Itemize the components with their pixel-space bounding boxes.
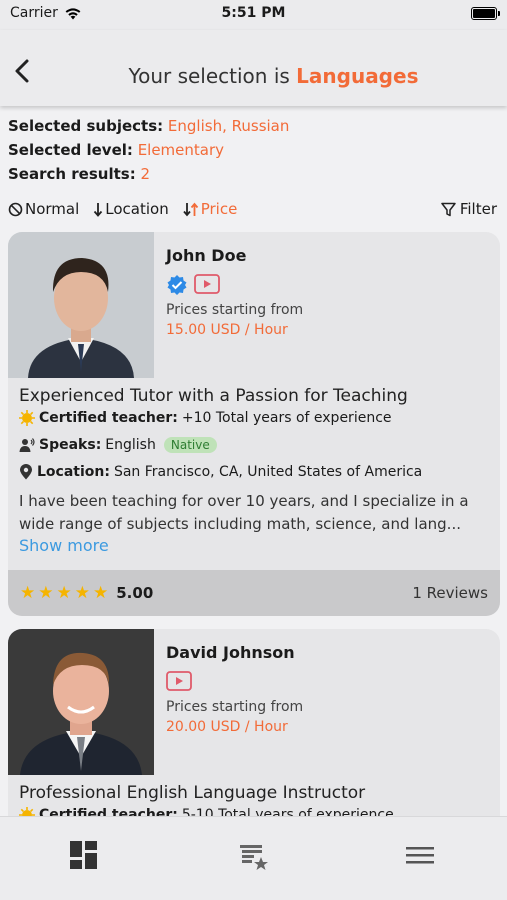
certified-icon bbox=[19, 410, 35, 426]
tab-menu[interactable] bbox=[404, 839, 440, 875]
dashboard-icon bbox=[70, 841, 97, 869]
tutor-photo bbox=[8, 232, 154, 378]
tab-dashboard[interactable] bbox=[68, 839, 104, 875]
subjects-row: Selected subjects: English, Russian bbox=[8, 117, 290, 135]
level-row: Selected level: Elementary bbox=[8, 141, 225, 159]
rating-value: 5.00 bbox=[116, 584, 154, 602]
speaks-icon bbox=[19, 438, 35, 452]
sort-normal-button[interactable]: Normal bbox=[8, 200, 79, 218]
native-badge: Native bbox=[163, 437, 217, 453]
price-value: 15.00 USD / Hour bbox=[166, 322, 288, 338]
tutor-name: David Johnson bbox=[166, 643, 295, 662]
selection-summary: Selected subjects: English, Russian Sele… bbox=[8, 114, 289, 186]
title-accent: Languages bbox=[296, 64, 419, 88]
star-icon: ★ bbox=[20, 583, 36, 603]
tutor-card[interactable]: John Doe Prices starting from 15.00 USD … bbox=[8, 232, 500, 616]
tab-favorites[interactable] bbox=[236, 839, 272, 875]
location-pin-icon bbox=[20, 464, 32, 480]
back-chevron-icon bbox=[15, 59, 29, 83]
title-prefix: Your selection is bbox=[128, 64, 297, 88]
sort-price-button[interactable]: Price bbox=[183, 200, 237, 218]
sort-normal-icon bbox=[8, 202, 23, 216]
video-icon[interactable] bbox=[194, 274, 220, 294]
verified-icon bbox=[167, 275, 187, 295]
card-footer: ★ ★ ★ ★ ★ 5.00 1 Reviews bbox=[8, 570, 500, 616]
tutor-badges bbox=[166, 274, 220, 296]
tutor-headline: Experienced Tutor with a Passion for Tea… bbox=[19, 386, 408, 406]
location-row: Location: San Francisco, CA, United Stat… bbox=[19, 464, 422, 480]
clock: 5:51 PM bbox=[221, 5, 286, 21]
filter-button[interactable]: Filter bbox=[441, 200, 497, 218]
star-icon: ★ bbox=[38, 583, 54, 603]
tutor-bio: I have been teaching for over 10 years, … bbox=[19, 492, 469, 533]
battery-icon bbox=[471, 7, 500, 20]
star-icon: ★ bbox=[74, 583, 90, 603]
sort-updown-icon bbox=[183, 202, 198, 216]
show-more-link[interactable]: Show more bbox=[19, 536, 109, 555]
tutor-photo bbox=[8, 629, 154, 775]
rating-stars: ★ ★ ★ ★ ★ bbox=[20, 583, 108, 603]
star-icon: ★ bbox=[93, 583, 109, 603]
filter-icon bbox=[441, 202, 456, 216]
bottom-tab-bar bbox=[0, 816, 507, 900]
app-header: Your selection is Languages bbox=[0, 30, 507, 106]
star-icon: ★ bbox=[56, 583, 72, 603]
favorites-icon bbox=[240, 845, 268, 870]
status-bar: Carrier 5:51 PM bbox=[0, 0, 507, 30]
results-row: Search results: 2 bbox=[8, 165, 151, 183]
price-value: 20.00 USD / Hour bbox=[166, 719, 288, 735]
sort-bar: Normal Location Price Filter bbox=[8, 198, 497, 220]
certified-row: Certified teacher: +10 Total years of ex… bbox=[19, 410, 392, 426]
price-label: Prices starting from bbox=[166, 699, 304, 715]
tutor-name: John Doe bbox=[166, 246, 247, 265]
reviews-count[interactable]: 1 Reviews bbox=[412, 584, 488, 602]
sort-down-icon bbox=[94, 202, 103, 217]
sort-location-button[interactable]: Location bbox=[93, 200, 169, 218]
speaks-row: Speaks: English Native bbox=[19, 437, 217, 453]
back-button[interactable] bbox=[10, 58, 36, 84]
price-label: Prices starting from bbox=[166, 302, 304, 318]
tutor-headline: Professional English Language Instructor bbox=[19, 783, 366, 803]
tutor-badges bbox=[166, 671, 192, 691]
menu-icon bbox=[406, 847, 434, 864]
page-title: Your selection is Languages bbox=[60, 64, 487, 88]
video-icon[interactable] bbox=[166, 671, 192, 691]
